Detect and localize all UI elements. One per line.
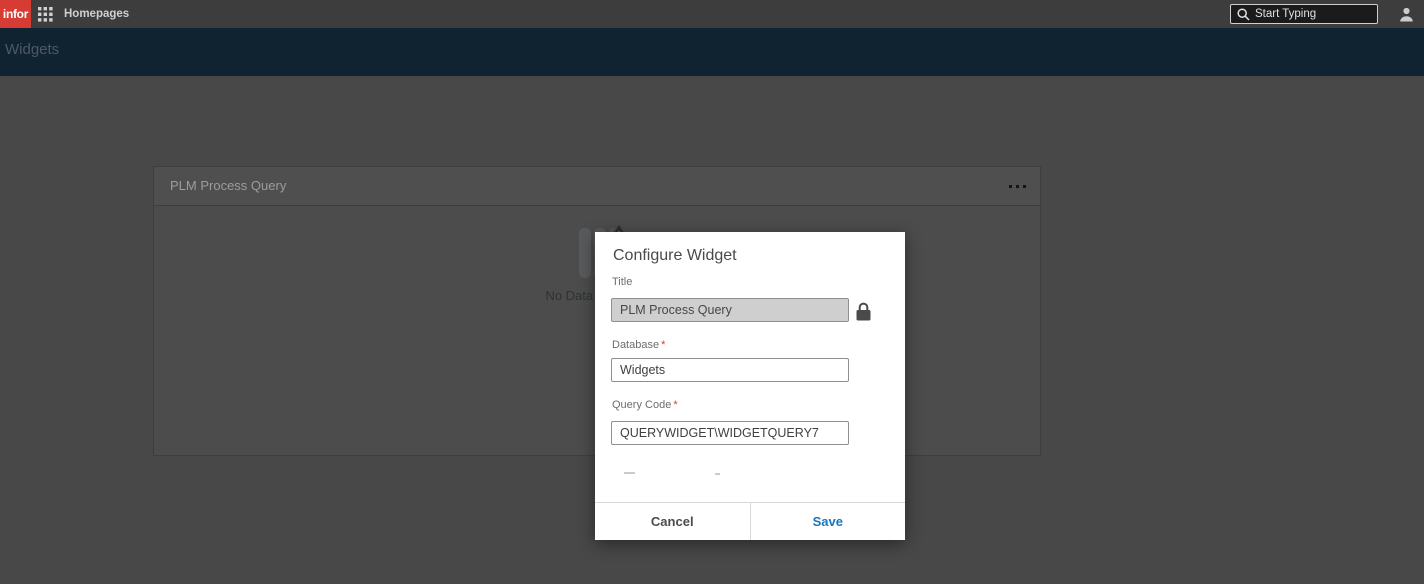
infor-logo-text: infor	[3, 7, 28, 21]
cancel-button[interactable]: Cancel	[595, 503, 751, 540]
required-marker: *	[673, 399, 677, 411]
page: infor Homepages	[0, 0, 1424, 584]
title-input[interactable]	[611, 298, 849, 322]
top-app-bar: infor Homepages	[0, 0, 1424, 28]
clipped-content-fragment	[715, 473, 720, 475]
database-field-label: Database*	[612, 339, 665, 351]
search-input[interactable]	[1255, 8, 1371, 20]
database-input[interactable]	[611, 358, 849, 382]
app-menu-button[interactable]	[38, 7, 53, 22]
user-icon	[1398, 6, 1415, 23]
user-button[interactable]	[1393, 2, 1419, 26]
title-field-label: Title	[612, 276, 632, 288]
required-marker: *	[661, 339, 665, 351]
lock-icon	[856, 302, 871, 321]
configure-widget-modal: Configure Widget Title Database* Query C…	[595, 232, 905, 540]
save-button[interactable]: Save	[751, 503, 906, 540]
grid-icon	[38, 7, 53, 22]
infor-logo[interactable]: infor	[0, 0, 31, 28]
modal-title: Configure Widget	[613, 247, 737, 265]
nav-item-homepages[interactable]: Homepages	[64, 0, 129, 28]
search-icon	[1237, 8, 1250, 21]
clipped-content-fragment	[624, 472, 635, 474]
search-box	[1230, 4, 1378, 24]
query-code-field-label: Query Code*	[612, 399, 678, 411]
query-code-input[interactable]	[611, 421, 849, 445]
modal-footer: Cancel Save	[595, 502, 905, 540]
